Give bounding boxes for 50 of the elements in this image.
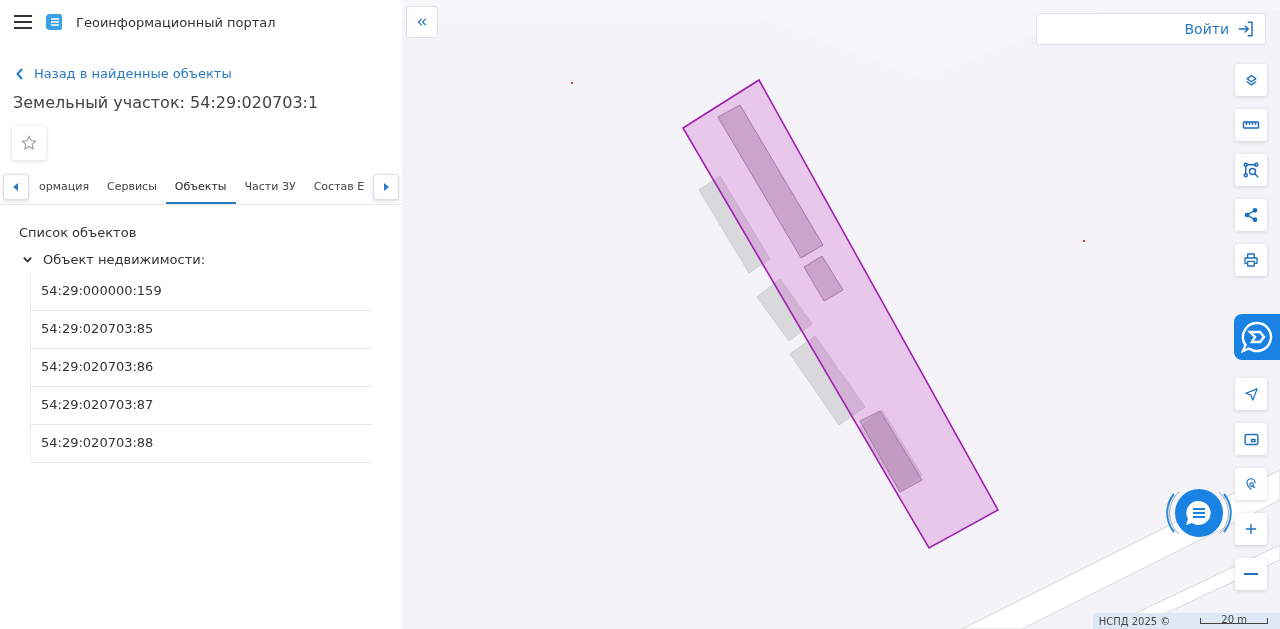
- login-button[interactable]: Войти: [1036, 13, 1266, 45]
- triangle-left-icon: [13, 183, 19, 191]
- object-item[interactable]: 54:29:020703:87: [31, 387, 372, 425]
- tab[interactable]: Состав Е: [304, 170, 374, 204]
- tree-group[interactable]: Объект недвижимости:: [22, 252, 380, 267]
- favorite-button[interactable]: [12, 126, 46, 160]
- print-icon: [1243, 252, 1259, 268]
- chevron-left-icon: [16, 67, 24, 80]
- back-link[interactable]: Назад в найденные объекты: [0, 66, 402, 81]
- star-icon: [21, 135, 37, 151]
- object-item[interactable]: 54:29:020703:86: [31, 349, 372, 387]
- page-title: Земельный участок: 54:29:020703:1: [13, 93, 320, 112]
- location-button[interactable]: [1235, 468, 1267, 500]
- plus-icon: [1243, 521, 1259, 537]
- navigation-arrow-icon: [1243, 386, 1259, 402]
- tab[interactable]: Части ЗУ: [235, 170, 305, 204]
- list-title: Список объектов: [19, 225, 138, 240]
- share-icon: [1243, 207, 1259, 223]
- scroll-left-button[interactable]: [3, 174, 29, 200]
- scroll-right-button[interactable]: [373, 174, 399, 200]
- tab[interactable]: Объекты: [165, 170, 236, 204]
- object-item[interactable]: 54:29:020703:88: [31, 425, 372, 463]
- object-item[interactable]: 54:29:020703:85: [31, 311, 372, 349]
- minus-icon: [1244, 573, 1258, 575]
- object-item[interactable]: 54:29:000000:159: [31, 273, 372, 311]
- ruler-button[interactable]: [1235, 109, 1267, 141]
- portal-title: Геоинформационный портал: [76, 14, 276, 30]
- navigate-button[interactable]: [1235, 378, 1267, 410]
- copyright-text: НСПД 2025 ©: [1098, 615, 1171, 627]
- layers-button[interactable]: [1235, 64, 1267, 96]
- zoom-out-button[interactable]: [1235, 558, 1267, 590]
- tab[interactable]: Сервисы: [98, 170, 166, 204]
- area-search-button[interactable]: [1235, 154, 1267, 186]
- location-search-icon: [1244, 477, 1258, 491]
- side-panel-button[interactable]: [1234, 314, 1280, 360]
- layers-icon: [1243, 72, 1259, 88]
- area-search-icon: [1242, 161, 1260, 179]
- menu-button[interactable]: [14, 15, 32, 29]
- tab[interactable]: ормация: [30, 170, 98, 204]
- double-chevron-left-icon: [415, 15, 429, 29]
- chevron-icon: [22, 254, 33, 265]
- share-button[interactable]: [1235, 199, 1267, 231]
- zoom-in-button[interactable]: [1235, 513, 1267, 545]
- chat-bubble-icon: [1240, 320, 1274, 354]
- logo-icon: [46, 13, 62, 31]
- minimap-button[interactable]: [1235, 423, 1267, 455]
- triangle-right-icon: [383, 183, 389, 191]
- print-button[interactable]: [1235, 244, 1267, 276]
- login-icon: [1237, 20, 1255, 38]
- collapse-panel-button[interactable]: [406, 6, 438, 38]
